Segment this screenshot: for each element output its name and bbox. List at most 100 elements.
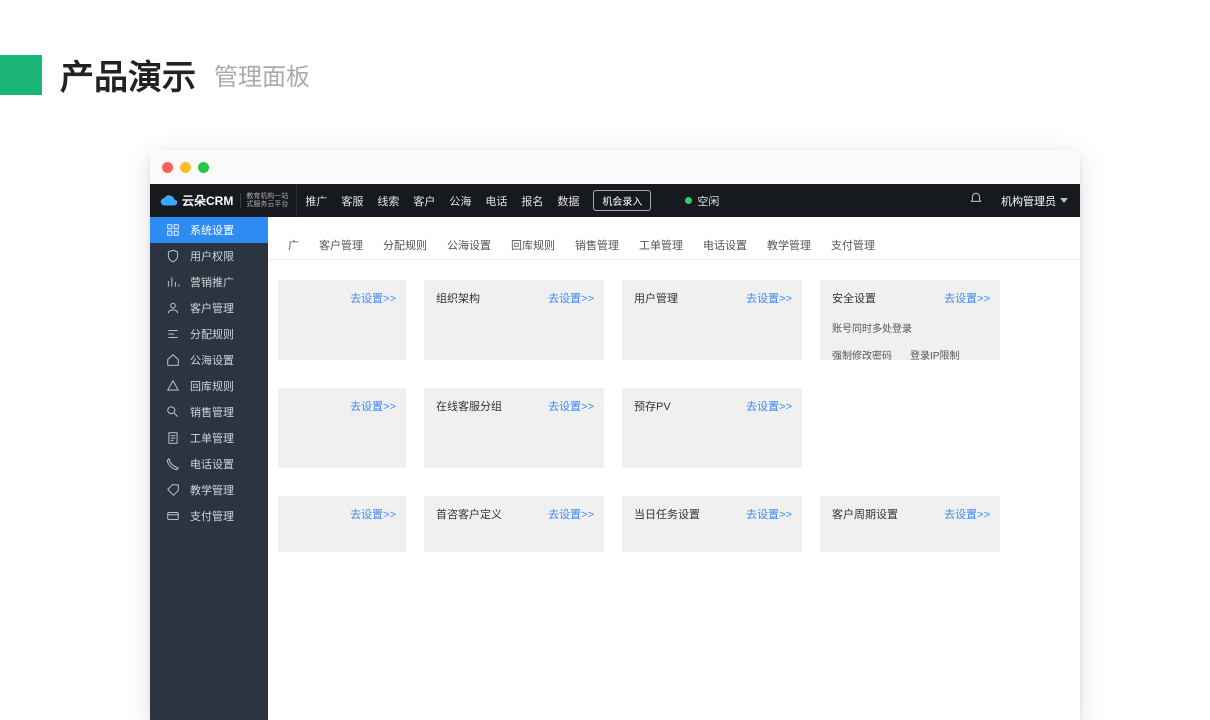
go-link[interactable]: 去设置>>	[746, 290, 792, 306]
brand-tag1: 教育机构一站	[246, 193, 288, 201]
nav-item[interactable]: 电话	[485, 193, 507, 209]
go-link[interactable]: 去设置>>	[944, 506, 990, 522]
card-title: 在线客服分组	[436, 401, 502, 413]
sidebar-item-sales[interactable]: 销售管理	[150, 399, 268, 425]
go-link[interactable]: 去设置>>	[746, 506, 792, 522]
sales-icon	[166, 405, 180, 419]
sub-tab[interactable]: 工单管理	[629, 231, 693, 259]
setting-card-security: 安全设置 去设置>> 账号同时多处登录 强制修改密码 登录IP限制	[820, 280, 1000, 360]
sub-tab[interactable]: 支付管理	[821, 231, 885, 259]
window-close-icon[interactable]	[162, 162, 173, 173]
go-link[interactable]: 去设置>>	[350, 290, 396, 306]
card-item[interactable]: 登录IP限制	[910, 347, 959, 362]
setting-card-dailytask: 当日任务设置 去设置>>	[622, 496, 802, 552]
brand-logo[interactable]: 云朵CRM 教育机构一站 式服务云平台	[160, 184, 297, 217]
sidebar-label: 销售管理	[190, 404, 234, 420]
setting-card-cycle: 客户周期设置 去设置>>	[820, 496, 1000, 552]
sidebar: 系统设置 用户权限 营销推广 客户管理 分配规则 公海设置	[150, 217, 268, 720]
sidebar-label: 支付管理	[190, 508, 234, 524]
sub-tab[interactable]: 教学管理	[757, 231, 821, 259]
sidebar-item-phone[interactable]: 电话设置	[150, 451, 268, 477]
window-traffic-lights	[150, 150, 1080, 184]
sidebar-label: 客户管理	[190, 300, 234, 316]
sidebar-label: 分配规则	[190, 326, 234, 342]
sub-tab[interactable]: 客户管理	[309, 231, 373, 259]
brand-name: 云朵CRM	[182, 192, 233, 209]
user-icon	[166, 301, 180, 315]
sidebar-item-marketing[interactable]: 营销推广	[150, 269, 268, 295]
accent-bar	[0, 55, 42, 95]
phone-icon	[166, 457, 180, 471]
sub-tab[interactable]: 广	[278, 231, 309, 259]
sub-tab[interactable]: 销售管理	[565, 231, 629, 259]
card-title: 组织架构	[436, 293, 480, 305]
pay-icon	[166, 509, 180, 523]
top-nav: 推广 客服 线索 客户 公海 电话 报名 数据	[305, 193, 579, 209]
setting-card: 去设置>>	[278, 496, 406, 552]
go-link[interactable]: 去设置>>	[548, 506, 594, 522]
sub-tab[interactable]: 回库规则	[501, 231, 565, 259]
sidebar-label: 工单管理	[190, 430, 234, 446]
sidebar-item-pay[interactable]: 支付管理	[150, 503, 268, 529]
card-title: 首咨客户定义	[436, 509, 502, 521]
bars-icon	[166, 275, 180, 289]
go-link[interactable]: 去设置>>	[944, 290, 990, 306]
sub-tab[interactable]: 分配规则	[373, 231, 437, 259]
assign-icon	[166, 327, 180, 341]
main-panel: 广 客户管理 分配规则 公海设置 回库规则 销售管理 工单管理 电话设置 教学管…	[268, 217, 1080, 720]
window-maximize-icon[interactable]	[198, 162, 209, 173]
sidebar-item-sea[interactable]: 公海设置	[150, 347, 268, 373]
record-button[interactable]: 机会录入	[593, 190, 651, 211]
sidebar-label: 系统设置	[190, 222, 234, 238]
window-minimize-icon[interactable]	[180, 162, 191, 173]
go-link[interactable]: 去设置>>	[746, 398, 792, 414]
go-link[interactable]: 去设置>>	[548, 398, 594, 414]
sidebar-item-system[interactable]: 系统设置	[150, 217, 268, 243]
go-link[interactable]: 去设置>>	[350, 398, 396, 414]
setting-card: 去设置>>	[278, 280, 406, 360]
user-role-menu[interactable]: 机构管理员	[1001, 193, 1068, 209]
card-title: 当日任务设置	[634, 509, 700, 521]
setting-card-service-group: 在线客服分组 去设置>>	[424, 388, 604, 468]
nav-item[interactable]: 推广	[305, 193, 327, 209]
sidebar-label: 用户权限	[190, 248, 234, 264]
shield-icon	[166, 249, 180, 263]
setting-card-user: 用户管理 去设置>>	[622, 280, 802, 360]
card-title: 客户周期设置	[832, 509, 898, 521]
user-role-label: 机构管理员	[1001, 193, 1056, 209]
status-dot-icon	[685, 197, 692, 204]
nav-item[interactable]: 客户	[413, 193, 435, 209]
setting-card: 去设置>>	[278, 388, 406, 468]
sub-tab[interactable]: 公海设置	[437, 231, 501, 259]
sidebar-item-permission[interactable]: 用户权限	[150, 243, 268, 269]
nav-item[interactable]: 报名	[521, 193, 543, 209]
tag-icon	[166, 483, 180, 497]
sidebar-label: 回库规则	[190, 378, 234, 394]
nav-item[interactable]: 线索	[377, 193, 399, 209]
bell-icon[interactable]	[969, 192, 983, 209]
card-title: 预存PV	[634, 401, 671, 413]
sidebar-label: 电话设置	[190, 456, 234, 472]
sidebar-item-assign[interactable]: 分配规则	[150, 321, 268, 347]
sheet-icon	[166, 431, 180, 445]
card-item[interactable]: 强制修改密码	[832, 347, 892, 362]
sidebar-item-return[interactable]: 回库规则	[150, 373, 268, 399]
sidebar-label: 营销推广	[190, 274, 234, 290]
card-item[interactable]: 账号同时多处登录	[832, 320, 912, 335]
slide-subtitle: 管理面板	[214, 57, 310, 92]
go-link[interactable]: 去设置>>	[548, 290, 594, 306]
cloud-icon	[160, 192, 178, 210]
sidebar-label: 公海设置	[190, 352, 234, 368]
nav-item[interactable]: 数据	[557, 193, 579, 209]
nav-item[interactable]: 客服	[341, 193, 363, 209]
sidebar-item-customer[interactable]: 客户管理	[150, 295, 268, 321]
status-text: 空闲	[697, 193, 719, 209]
sidebar-item-teach[interactable]: 教学管理	[150, 477, 268, 503]
go-link[interactable]: 去设置>>	[350, 506, 396, 522]
nav-item[interactable]: 公海	[449, 193, 471, 209]
sidebar-item-ticket[interactable]: 工单管理	[150, 425, 268, 451]
app-window: 云朵CRM 教育机构一站 式服务云平台 推广 客服 线索 客户 公海 电话 报名…	[150, 150, 1080, 720]
sub-tab[interactable]: 电话设置	[693, 231, 757, 259]
status-idle[interactable]: 空闲	[685, 193, 719, 209]
top-bar: 云朵CRM 教育机构一站 式服务云平台 推广 客服 线索 客户 公海 电话 报名…	[150, 184, 1080, 217]
